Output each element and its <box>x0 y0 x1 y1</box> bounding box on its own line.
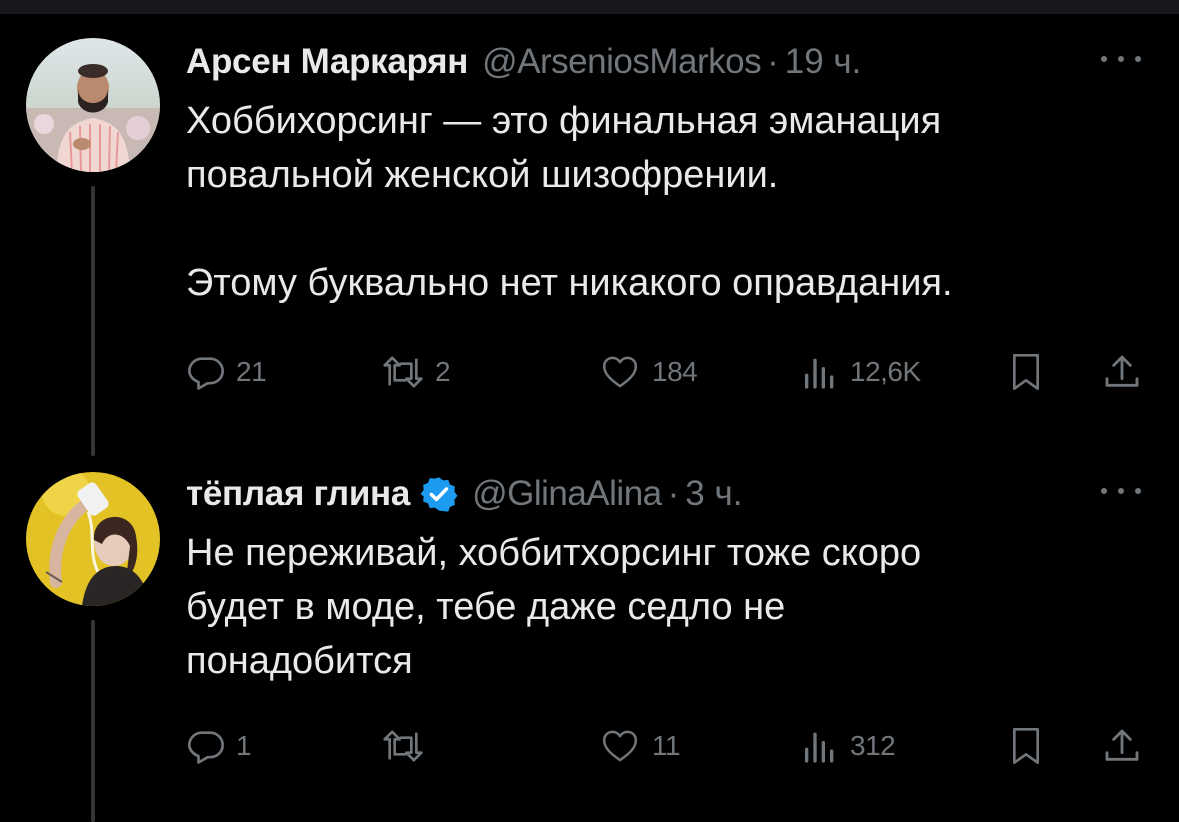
reply-count: 1 <box>236 730 252 761</box>
avatar[interactable] <box>26 38 160 172</box>
retweet-icon <box>383 356 423 388</box>
views-count: 312 <box>850 730 896 761</box>
like-button[interactable]: 11 <box>598 724 681 768</box>
avatar-image <box>26 38 160 172</box>
separator: · <box>767 42 779 81</box>
like-count: 184 <box>652 356 698 387</box>
more-options-icon[interactable] <box>1101 44 1141 74</box>
views-button[interactable]: 312 <box>800 724 896 768</box>
reply-count: 21 <box>236 356 267 387</box>
reply-button[interactable]: 1 <box>186 724 252 768</box>
reply-icon <box>188 731 225 764</box>
share-icon <box>1105 729 1139 761</box>
avatar[interactable] <box>26 472 160 606</box>
share-button[interactable] <box>1102 350 1142 394</box>
action-bar: 21 2 184 12,6K <box>186 350 1146 394</box>
reply-icon <box>188 357 225 390</box>
display-name[interactable]: Арсен Маркарян <box>186 42 468 82</box>
reply-button[interactable]: 21 <box>186 350 267 394</box>
bookmark-button[interactable] <box>1006 350 1046 394</box>
retweet-button[interactable]: 2 <box>381 350 451 394</box>
bookmark-button[interactable] <box>1006 724 1046 768</box>
timestamp[interactable]: 19 ч. <box>785 42 862 82</box>
tweet[interactable]: Арсен Маркарян @ArseniosMarkos · 19 ч. Х… <box>0 0 1179 440</box>
tweet-text: Хоббихорсинг — это финальная эманация по… <box>186 100 953 304</box>
retweet-icon <box>383 730 423 762</box>
tweet-header: тёплая глина @GlinaAlina · 3 ч. <box>186 472 1149 516</box>
display-name[interactable]: тёплая глина <box>186 474 410 514</box>
avatar-image <box>26 472 160 606</box>
views-icon <box>805 358 834 389</box>
more-options-icon[interactable] <box>1101 476 1141 506</box>
share-icon <box>1105 355 1139 387</box>
views-count: 12,6K <box>850 356 921 387</box>
verified-badge-icon[interactable] <box>420 475 458 513</box>
tweet[interactable]: тёплая глина @GlinaAlina · 3 ч. Не переж… <box>0 460 1179 822</box>
tweet-header: Арсен Маркарян @ArseniosMarkos · 19 ч. <box>186 40 1149 84</box>
share-button[interactable] <box>1102 724 1142 768</box>
views-button[interactable]: 12,6K <box>800 350 921 394</box>
user-handle[interactable]: @ArseniosMarkos <box>482 42 761 82</box>
like-button[interactable]: 184 <box>598 350 698 394</box>
views-icon <box>805 732 834 763</box>
retweet-count: 2 <box>435 356 451 387</box>
bookmark-icon <box>1013 728 1039 765</box>
user-handle[interactable]: @GlinaAlina <box>472 474 662 514</box>
timestamp[interactable]: 3 ч. <box>685 474 742 514</box>
separator: · <box>667 474 680 513</box>
heart-icon <box>602 730 638 762</box>
action-bar: 1 11 312 <box>186 724 1146 768</box>
retweet-button[interactable] <box>381 724 435 768</box>
bookmark-icon <box>1013 354 1039 390</box>
like-count: 11 <box>652 730 681 761</box>
tweet-text: Не переживай, хоббитхорсинг тоже скоро б… <box>186 532 922 682</box>
heart-icon <box>602 356 638 388</box>
